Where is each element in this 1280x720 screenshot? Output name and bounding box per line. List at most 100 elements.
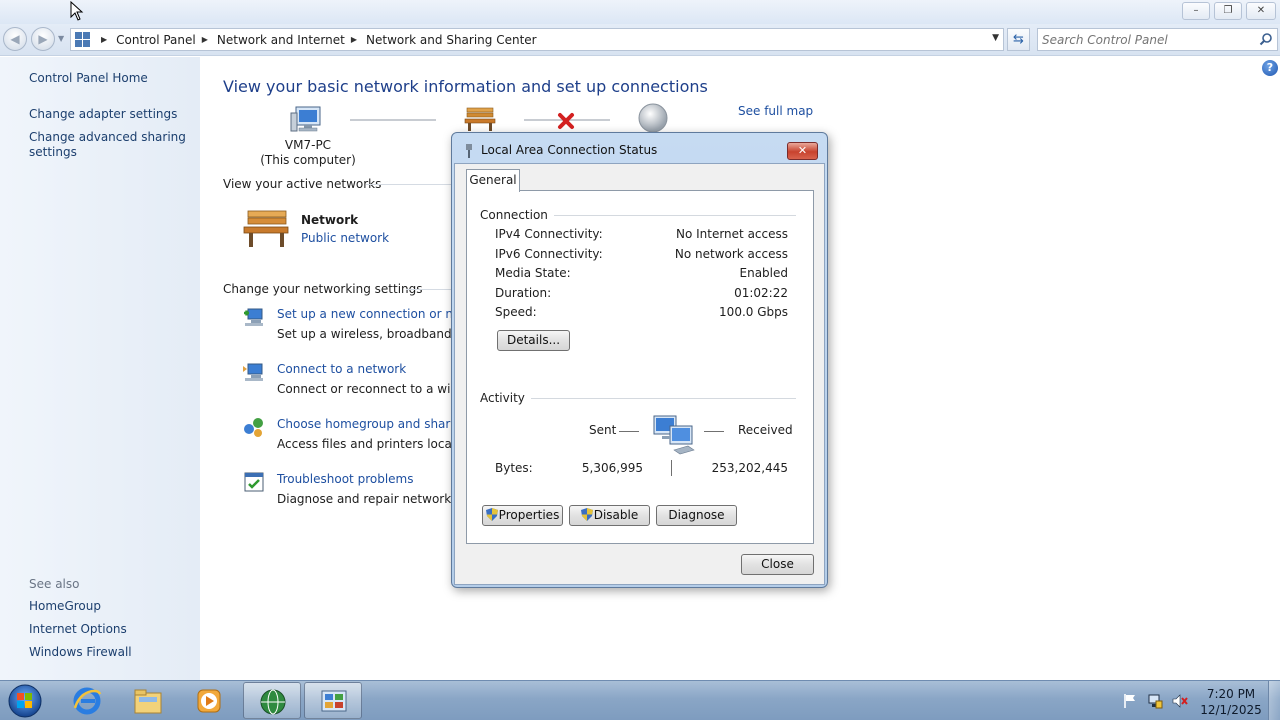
taskbar-windows-explorer[interactable]: [119, 682, 177, 719]
breadcrumb: ▶ Control Panel ▶ Network and Internet ▶…: [95, 29, 537, 50]
computer-name-label: VM7-PC (This computer): [260, 138, 356, 168]
action-center-flag-icon[interactable]: [1122, 693, 1138, 709]
uac-shield-icon: [580, 508, 593, 521]
connect-network-icon: [243, 363, 263, 381]
search-icon[interactable]: [1259, 32, 1273, 46]
clock-time: 7:20 PM: [1206, 687, 1256, 701]
duration-value: 01:02:22: [734, 286, 788, 300]
breadcrumb-network-internet[interactable]: Network and Internet: [217, 33, 345, 47]
windows-explorer-icon: [134, 689, 162, 714]
ipv4-value: No Internet access: [675, 227, 788, 241]
sent-label: Sent: [589, 423, 617, 437]
connect-network-link[interactable]: Connect to a network: [277, 362, 406, 376]
section-divider: [406, 289, 452, 290]
taskbar-media-player[interactable]: [180, 682, 238, 719]
task-pane: Control Panel Home Change adapter settin…: [0, 57, 200, 680]
address-bar[interactable]: ▶ Control Panel ▶ Network and Internet ▶…: [70, 28, 1004, 51]
details-button[interactable]: Details...: [497, 330, 570, 351]
search-box[interactable]: [1037, 28, 1278, 51]
close-button[interactable]: Close: [741, 554, 814, 575]
windows-firewall-link[interactable]: Windows Firewall: [29, 645, 194, 660]
restore-button[interactable]: ❐: [1214, 2, 1242, 20]
network-tray-icon[interactable]: [1147, 693, 1163, 709]
media-state-label: Media State:: [495, 266, 571, 280]
troubleshoot-link[interactable]: Troubleshoot problems: [277, 472, 413, 486]
change-adapter-settings-link[interactable]: Change adapter settings: [29, 107, 194, 122]
connection-group-label: Connection: [480, 208, 554, 222]
minimize-button[interactable]: –: [1182, 2, 1210, 20]
clock-date: 12/1/2025: [1200, 703, 1262, 717]
computer-icon[interactable]: [290, 105, 324, 135]
general-tab-panel: Connection IPv4 Connectivity: No Interne…: [466, 190, 814, 544]
activity-group-label: Activity: [480, 391, 531, 405]
dialog-close-button[interactable]: ✕: [787, 142, 818, 160]
taskbar-network-center[interactable]: [243, 682, 301, 719]
breadcrumb-network-sharing-center[interactable]: Network and Sharing Center: [366, 33, 537, 47]
dialog-body: General Connection IPv4 Connectivity: No…: [454, 163, 825, 585]
speed-value: 100.0 Gbps: [719, 305, 788, 319]
internet-options-link[interactable]: Internet Options: [29, 622, 194, 637]
ipv4-label: IPv4 Connectivity:: [495, 227, 603, 241]
computer-name: VM7-PC: [284, 138, 332, 152]
properties-label: Properties: [498, 508, 560, 522]
homegroup-link[interactable]: HomeGroup: [29, 599, 194, 614]
network-center-icon: [260, 689, 286, 715]
see-full-map-link[interactable]: See full map: [738, 104, 813, 118]
received-label: Received: [738, 423, 793, 437]
recent-pages-dropdown[interactable]: ▼: [58, 34, 64, 43]
duration-label: Duration:: [495, 286, 552, 300]
start-button[interactable]: [6, 683, 44, 719]
internet-explorer-icon: [73, 687, 102, 715]
refresh-button[interactable]: ⇆: [1007, 28, 1030, 51]
disable-button[interactable]: Disable: [569, 505, 650, 526]
back-button[interactable]: ◀: [3, 27, 27, 51]
bytes-label: Bytes:: [495, 461, 533, 475]
networking-settings-heading: Change your networking settings: [223, 282, 423, 296]
network-cable-icon: [466, 144, 472, 158]
section-divider: [366, 184, 452, 185]
window-titlebar: – ❐ ✕: [0, 0, 1280, 24]
public-network-bench-icon[interactable]: [464, 106, 496, 132]
internet-globe-icon[interactable]: [637, 103, 669, 133]
address-dropdown-icon[interactable]: ▼: [992, 33, 999, 43]
setup-connection-link[interactable]: Set up a new connection or netw: [277, 307, 475, 321]
address-toolbar: ◀ ▶ ▼ ▶ Control Panel ▶ Network and Inte…: [0, 24, 1280, 56]
active-networks-heading: View your active networks: [223, 177, 382, 191]
control-panel-icon: [75, 32, 90, 47]
see-also-heading: See also: [29, 577, 80, 591]
disconnected-x-icon: [558, 113, 574, 129]
diagnose-button[interactable]: Diagnose: [656, 505, 737, 526]
troubleshoot-desc: Diagnose and repair network prol: [277, 492, 478, 506]
close-window-button[interactable]: ✕: [1246, 2, 1276, 20]
search-input[interactable]: [1042, 31, 1252, 48]
sent-line: [619, 431, 639, 432]
connection-status-dialog: Local Area Connection Status ✕ General C…: [451, 132, 828, 588]
forward-button[interactable]: ▶: [31, 27, 55, 51]
taskbar-control-panel[interactable]: [304, 682, 362, 719]
control-panel-icon: [321, 690, 347, 712]
properties-button[interactable]: Properties: [482, 505, 563, 526]
speed-label: Speed:: [495, 305, 537, 319]
system-clock[interactable]: 7:20 PM 12/1/2025: [1195, 686, 1267, 718]
volume-muted-icon[interactable]: [1172, 693, 1188, 709]
control-panel-home-link[interactable]: Control Panel Home: [29, 71, 194, 86]
choose-homegroup-link[interactable]: Choose homegroup and sharing: [277, 417, 469, 431]
troubleshoot-icon: [244, 472, 264, 492]
taskbar-internet-explorer[interactable]: [58, 682, 116, 719]
network-type-link[interactable]: Public network: [301, 231, 389, 245]
network-name: Network: [301, 213, 359, 227]
tab-general[interactable]: General: [466, 169, 520, 192]
help-icon[interactable]: ?: [1262, 60, 1278, 76]
breadcrumb-separator-icon[interactable]: ▶: [351, 35, 357, 44]
mouse-cursor-icon: [70, 1, 84, 21]
media-player-icon: [197, 689, 221, 713]
media-state-value: Enabled: [739, 266, 789, 280]
show-desktop-button[interactable]: [1268, 681, 1280, 720]
breadcrumb-separator-icon[interactable]: ▶: [101, 35, 107, 44]
breadcrumb-separator-icon[interactable]: ▶: [202, 35, 208, 44]
bytes-received-value: 253,202,445: [711, 461, 788, 475]
ipv6-value: No network access: [674, 247, 788, 261]
taskbar: 7:20 PM 12/1/2025: [0, 680, 1280, 720]
breadcrumb-control-panel[interactable]: Control Panel: [116, 33, 196, 47]
change-advanced-sharing-link[interactable]: Change advanced sharing settings: [29, 130, 194, 160]
